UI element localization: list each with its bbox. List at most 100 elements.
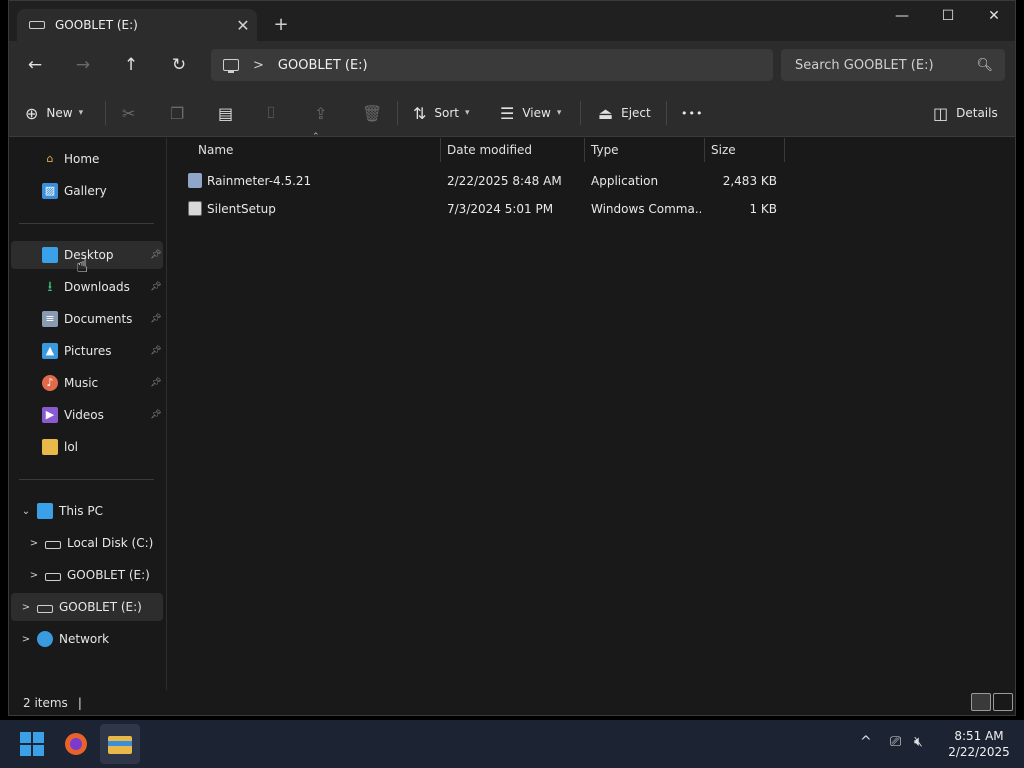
eject-button[interactable]: ⏏︎ Eject bbox=[598, 99, 651, 127]
file-row[interactable]: SilentSetup 7/3/2024 5:01 PM Windows Com… bbox=[168, 195, 788, 223]
tab-close-icon[interactable]: ✕ bbox=[229, 16, 257, 35]
column-divider[interactable] bbox=[784, 138, 785, 162]
volume-muted-icon[interactable]: 🔇︎ bbox=[914, 734, 923, 750]
pin-icon[interactable]: 📌︎ bbox=[149, 314, 163, 324]
documents-icon: ≡ bbox=[42, 311, 58, 327]
sort-button[interactable]: ⇅ Sort ▾ bbox=[413, 99, 470, 127]
chevron-right-icon[interactable]: > bbox=[27, 570, 41, 581]
pin-icon[interactable]: 📌︎ bbox=[149, 378, 163, 388]
more-icon: ••• bbox=[681, 106, 704, 120]
eject-label: Eject bbox=[621, 106, 651, 120]
cut-button[interactable]: ✂ bbox=[122, 99, 135, 127]
sidebar-item-downloads[interactable]: ⭳ Downloads 📌︎ bbox=[11, 273, 163, 301]
installer-icon bbox=[188, 173, 202, 188]
divider bbox=[19, 479, 154, 480]
maximize-button[interactable]: ☐ bbox=[925, 3, 971, 31]
firefox-taskbar-button[interactable] bbox=[56, 724, 96, 764]
column-header-type[interactable]: Type bbox=[585, 138, 704, 162]
network-icon bbox=[37, 631, 53, 647]
column-header-size[interactable]: Size bbox=[705, 138, 784, 162]
new-label: New bbox=[46, 106, 73, 120]
pin-icon[interactable]: 📌︎ bbox=[149, 250, 163, 260]
sidebar-item-label: Documents bbox=[64, 312, 133, 326]
refresh-button[interactable]: ↻ bbox=[163, 51, 195, 79]
details-pane-button[interactable]: ◫ Details bbox=[933, 99, 998, 127]
rename-button[interactable]: ⌷ bbox=[266, 99, 276, 127]
navigation-pane: ⌂ Home ▨ Gallery Desktop 📌︎ ⭳ Downloads … bbox=[9, 138, 167, 690]
command-bar: ⊕ New ▾ ✂ ❐ ▤ ⌷ ⇪ 🗑︎ ⇅ Sort ▾ ☰ View ▾ ⏏… bbox=[9, 89, 1015, 137]
details-label: Details bbox=[956, 106, 998, 120]
copy-button[interactable]: ❐ bbox=[170, 99, 184, 127]
sidebar-item-home[interactable]: ⌂ Home bbox=[11, 145, 163, 173]
sidebar-item-label: lol bbox=[64, 440, 79, 454]
sidebar-item-gooblet-sub[interactable]: > GOOBLET (E:) bbox=[11, 561, 163, 589]
pin-icon[interactable]: 📌︎ bbox=[149, 410, 163, 420]
file-explorer-taskbar-button[interactable] bbox=[100, 724, 140, 764]
clock[interactable]: 8:51 AM 2/22/2025 bbox=[948, 728, 1010, 760]
divider bbox=[666, 101, 667, 125]
sidebar-item-label: This PC bbox=[59, 504, 103, 518]
sidebar-item-documents[interactable]: ≡ Documents 📌︎ bbox=[11, 305, 163, 333]
sidebar-item-pictures[interactable]: ▲ Pictures 📌︎ bbox=[11, 337, 163, 365]
sidebar-item-local-disk[interactable]: > Local Disk (C:) bbox=[11, 529, 163, 557]
chevron-down-icon[interactable]: ⌄ bbox=[19, 506, 33, 517]
address-row: ← → ↑ ↻ > GOOBLET (E:) Search GOOBLET (E… bbox=[9, 41, 1015, 89]
address-bar[interactable]: > GOOBLET (E:) bbox=[211, 49, 773, 81]
chevron-right-icon[interactable]: > bbox=[27, 538, 41, 549]
large-icons-view-button[interactable] bbox=[993, 693, 1013, 711]
desktop-icon bbox=[42, 247, 58, 263]
close-window-button[interactable]: ✕ bbox=[971, 3, 1017, 31]
column-header-name[interactable]: Name bbox=[192, 138, 440, 162]
title-bar: GOOBLET (E:) ✕ + — ☐ ✕ bbox=[9, 1, 1015, 41]
file-row[interactable]: Rainmeter-4.5.21 2/22/2025 8:48 AM Appli… bbox=[168, 167, 788, 195]
show-hidden-icons-button[interactable]: ^ bbox=[860, 734, 872, 750]
firefox-icon bbox=[65, 733, 87, 755]
search-placeholder: Search GOOBLET (E:) bbox=[795, 57, 934, 73]
chevron-right-icon[interactable]: > bbox=[19, 602, 33, 613]
share-button[interactable]: ⇪ bbox=[314, 99, 327, 127]
up-button[interactable]: ↑ bbox=[115, 51, 147, 79]
details-view-button[interactable] bbox=[971, 693, 991, 711]
item-count: 2 items bbox=[23, 696, 68, 710]
file-size: 1 KB bbox=[749, 202, 777, 216]
network-status-icon[interactable]: ⎚ bbox=[890, 734, 901, 750]
computer-icon bbox=[37, 503, 53, 519]
new-tab-button[interactable]: + bbox=[267, 13, 295, 37]
file-list: ⌃ Name Date modified Type Size Rainmeter… bbox=[168, 132, 1016, 690]
paste-button[interactable]: ▤ bbox=[218, 99, 233, 127]
batch-file-icon bbox=[188, 201, 202, 216]
column-header-date[interactable]: Date modified bbox=[441, 138, 584, 162]
sidebar-item-music[interactable]: ♪ Music 📌︎ bbox=[11, 369, 163, 397]
minimize-button[interactable]: — bbox=[879, 3, 925, 31]
breadcrumb[interactable]: GOOBLET (E:) bbox=[278, 58, 368, 73]
new-button[interactable]: ⊕ New ▾ bbox=[25, 99, 83, 127]
share-icon: ⇪ bbox=[314, 103, 328, 123]
search-input[interactable]: Search GOOBLET (E:) 🔍︎ bbox=[781, 49, 1005, 81]
pin-icon[interactable]: 📌︎ bbox=[149, 282, 163, 292]
pin-icon[interactable]: 📌︎ bbox=[149, 346, 163, 356]
sidebar-item-network[interactable]: > Network bbox=[11, 625, 163, 653]
drive-icon bbox=[45, 541, 61, 549]
view-list-icon: ☰ bbox=[500, 103, 515, 123]
tab-gooblet[interactable]: GOOBLET (E:) ✕ bbox=[17, 9, 257, 41]
trash-icon: 🗑︎ bbox=[362, 103, 383, 123]
delete-button[interactable]: 🗑︎ bbox=[362, 99, 382, 127]
breadcrumb-chevron-icon[interactable]: > bbox=[253, 58, 264, 73]
chevron-down-icon: ▾ bbox=[556, 108, 562, 118]
chevron-right-icon[interactable]: > bbox=[19, 634, 33, 645]
eject-icon: ⏏︎ bbox=[598, 103, 614, 123]
sidebar-item-videos[interactable]: ▶ Videos 📌︎ bbox=[11, 401, 163, 429]
start-button[interactable] bbox=[12, 724, 52, 764]
plus-circle-icon: ⊕ bbox=[25, 103, 39, 123]
home-icon: ⌂ bbox=[46, 152, 54, 165]
sidebar-item-lol[interactable]: lol bbox=[11, 433, 163, 461]
sidebar-item-gooblet[interactable]: > GOOBLET (E:) bbox=[11, 593, 163, 621]
more-options-button[interactable]: ••• bbox=[681, 99, 703, 127]
back-button[interactable]: ← bbox=[19, 51, 51, 79]
forward-button[interactable]: → bbox=[67, 51, 99, 79]
drive-icon bbox=[37, 605, 53, 613]
sidebar-item-this-pc[interactable]: ⌄ This PC bbox=[11, 497, 163, 525]
view-button[interactable]: ☰ View ▾ bbox=[500, 99, 561, 127]
sidebar-item-gallery[interactable]: ▨ Gallery bbox=[11, 177, 163, 205]
file-size: 2,483 KB bbox=[722, 174, 777, 188]
